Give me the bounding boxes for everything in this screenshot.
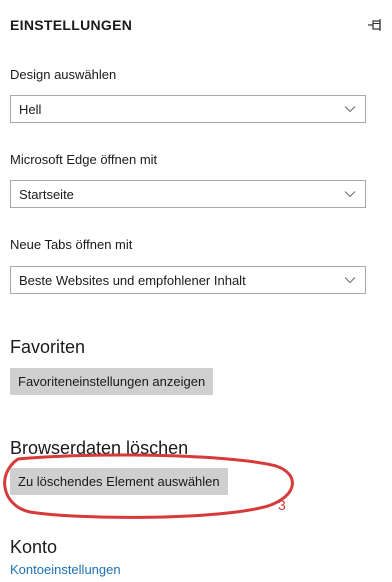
annotation-number: 3 — [278, 497, 286, 513]
chevron-down-icon — [344, 191, 356, 198]
new-tabs-select-value: Beste Websites und empfohlener Inhalt — [19, 273, 246, 288]
design-label: Design auswählen — [10, 67, 117, 82]
design-select-value: Hell — [19, 102, 42, 117]
account-settings-link[interactable]: Kontoeinstellungen — [10, 562, 121, 577]
account-title: Konto — [10, 537, 58, 557]
pin-icon[interactable] — [366, 16, 384, 34]
settings-panel: EINSTELLUNGEN Design auswählen Hell Micr… — [0, 0, 392, 582]
browser-data-title: Browserdaten löschen — [10, 438, 189, 458]
design-select[interactable]: Hell — [10, 95, 366, 123]
chevron-down-icon — [344, 277, 356, 284]
panel-title: EINSTELLUNGEN — [10, 17, 133, 33]
favorites-title: Favoriten — [10, 337, 86, 357]
new-tabs-label: Neue Tabs öffnen mit — [10, 237, 133, 252]
chevron-down-icon — [344, 106, 356, 113]
edge-open-label: Microsoft Edge öffnen mit — [10, 152, 158, 167]
edge-open-select-value: Startseite — [19, 187, 74, 202]
choose-what-to-clear-button[interactable]: Zu löschendes Element auswählen — [10, 468, 228, 495]
new-tabs-select[interactable]: Beste Websites und empfohlener Inhalt — [10, 266, 366, 294]
edge-open-select[interactable]: Startseite — [10, 180, 366, 208]
favorites-settings-button[interactable]: Favoriteneinstellungen anzeigen — [10, 368, 214, 395]
